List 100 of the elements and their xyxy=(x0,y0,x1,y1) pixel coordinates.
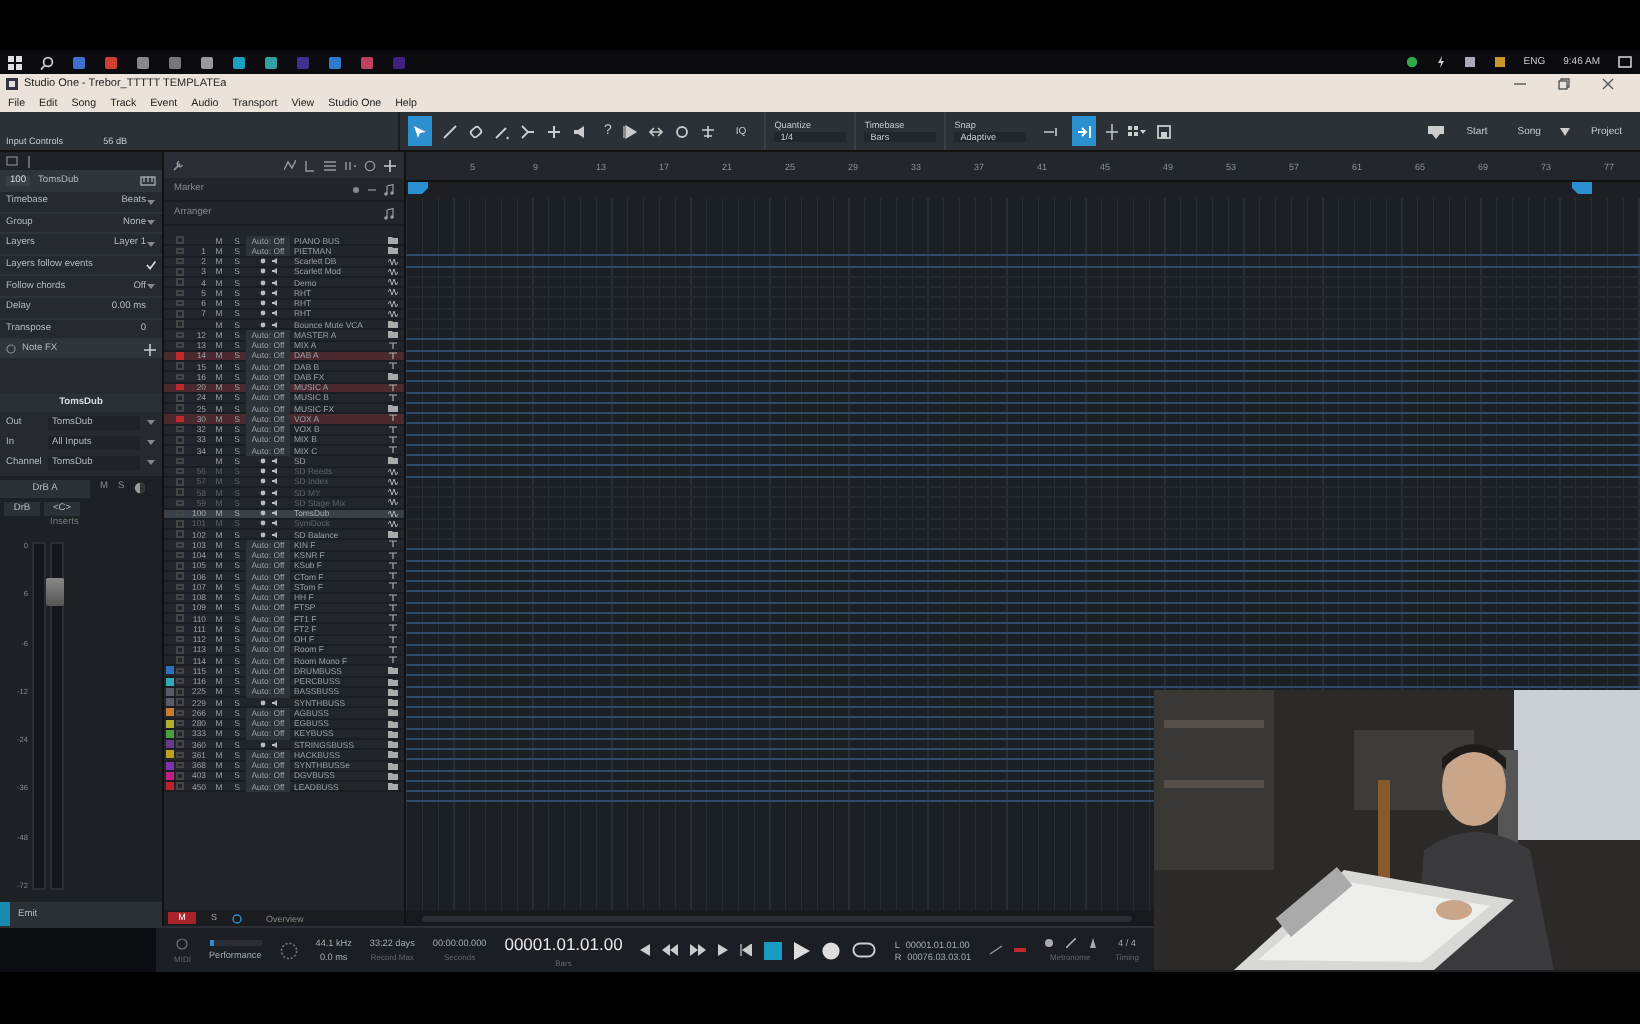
caret-icon[interactable] xyxy=(1560,127,1571,135)
eraser-tool-icon[interactable] xyxy=(468,123,484,139)
record-toggle[interactable] xyxy=(176,362,184,370)
record-dot-icon[interactable] xyxy=(259,321,265,328)
record-dot-icon[interactable] xyxy=(259,279,265,286)
app-icon[interactable] xyxy=(136,55,150,69)
toggle-icon[interactable] xyxy=(6,344,16,355)
add-track-icon[interactable] xyxy=(384,159,396,171)
record-dot-icon[interactable] xyxy=(259,741,265,748)
record-toggle[interactable] xyxy=(176,688,184,696)
add-icon[interactable] xyxy=(144,343,156,356)
power-icon[interactable] xyxy=(1435,56,1446,68)
record-toggle[interactable] xyxy=(176,541,184,549)
paint-tool-icon[interactable] xyxy=(494,123,510,139)
record-toggle[interactable] xyxy=(176,341,184,349)
folder-lines-icon[interactable] xyxy=(344,159,356,171)
record-dot-icon[interactable] xyxy=(259,699,265,706)
record-toggle[interactable] xyxy=(176,446,184,454)
record-toggle[interactable] xyxy=(176,698,184,706)
return-to-zero-icon[interactable] xyxy=(740,944,753,956)
caret-icon[interactable] xyxy=(146,282,156,291)
record-dot-icon[interactable] xyxy=(259,310,265,317)
notification-icon[interactable] xyxy=(1618,55,1632,69)
search-icon[interactable] xyxy=(40,55,54,69)
app-icon[interactable] xyxy=(104,55,118,69)
record-dot-icon[interactable] xyxy=(259,268,265,275)
music-note-icon[interactable] xyxy=(384,207,394,219)
app-icon[interactable] xyxy=(232,55,246,69)
add-marker-icon[interactable] xyxy=(352,185,360,193)
stop-icon[interactable] xyxy=(764,941,783,959)
caret-icon[interactable] xyxy=(146,218,156,227)
record-toggle[interactable] xyxy=(176,331,184,339)
record-toggle[interactable] xyxy=(176,247,184,255)
record-toggle[interactable] xyxy=(176,352,184,360)
caret-icon[interactable] xyxy=(146,438,156,447)
app-icon[interactable] xyxy=(328,55,342,69)
split-tool-icon[interactable] xyxy=(520,123,536,139)
record-toggle[interactable] xyxy=(176,562,184,570)
record-toggle[interactable] xyxy=(176,740,184,748)
record-toggle[interactable] xyxy=(176,394,184,402)
record-toggle[interactable] xyxy=(176,709,184,717)
record-toggle[interactable] xyxy=(176,383,184,391)
start-icon[interactable] xyxy=(8,55,22,69)
app-icon[interactable] xyxy=(168,55,182,69)
record-toggle[interactable] xyxy=(176,415,184,423)
metronome-volume-icon[interactable] xyxy=(1087,938,1098,948)
tray-icon[interactable] xyxy=(1463,56,1476,68)
rewind-icon[interactable] xyxy=(662,944,679,956)
record-toggle[interactable] xyxy=(176,677,184,685)
record-toggle[interactable] xyxy=(176,299,184,307)
tray-icon[interactable] xyxy=(1405,56,1418,68)
record-toggle[interactable] xyxy=(176,268,184,276)
record-toggle[interactable] xyxy=(176,457,184,465)
record-toggle[interactable] xyxy=(176,614,184,622)
grid-icon[interactable] xyxy=(1128,123,1147,139)
speaker-icon[interactable] xyxy=(271,699,277,706)
record-dot-icon[interactable] xyxy=(259,300,265,307)
arrow-tool-button[interactable] xyxy=(408,116,432,146)
zoom-icon[interactable] xyxy=(673,123,690,139)
monitor-icon[interactable] xyxy=(134,482,147,495)
app-icon[interactable] xyxy=(72,55,86,69)
record-toggle[interactable] xyxy=(176,320,184,328)
speaker-icon[interactable] xyxy=(271,741,277,748)
record-toggle[interactable] xyxy=(176,530,184,538)
record-toggle[interactable] xyxy=(176,635,184,643)
record-toggle[interactable] xyxy=(176,593,184,601)
midi-icon[interactable] xyxy=(176,937,189,949)
metronome-icon[interactable] xyxy=(1043,938,1054,948)
record-toggle[interactable] xyxy=(176,751,184,759)
keyboard-icon[interactable] xyxy=(140,176,156,186)
record-toggle[interactable] xyxy=(176,625,184,633)
loop-end-flag-icon[interactable] xyxy=(1572,182,1592,194)
cursor-line-icon[interactable] xyxy=(1106,123,1119,139)
save-icon[interactable] xyxy=(1156,123,1173,139)
snap-toggle-icon[interactable] xyxy=(1042,123,1063,139)
nudge-icon[interactable] xyxy=(647,123,664,139)
record-dot-icon[interactable] xyxy=(259,258,265,265)
record-toggle[interactable] xyxy=(176,772,184,780)
app-icon[interactable] xyxy=(264,55,278,69)
list-icon[interactable] xyxy=(324,159,336,171)
automation-icon[interactable] xyxy=(284,159,296,171)
folder-icon[interactable] xyxy=(388,530,398,539)
snap-to-cursor-button[interactable] xyxy=(1072,116,1097,146)
record-toggle[interactable] xyxy=(176,583,184,591)
record-toggle[interactable] xyxy=(176,667,184,675)
caret-icon[interactable] xyxy=(146,239,156,248)
checkbox[interactable] xyxy=(146,260,156,271)
play-cursor-icon[interactable] xyxy=(621,123,638,139)
record-toggle[interactable] xyxy=(176,782,184,790)
record-toggle[interactable] xyxy=(176,656,184,664)
rewind-end-icon[interactable] xyxy=(640,944,651,956)
remove-marker-icon[interactable] xyxy=(368,185,376,193)
record-dot-icon[interactable] xyxy=(259,457,265,464)
tray-icon[interactable] xyxy=(1493,56,1506,68)
record-toggle[interactable] xyxy=(176,719,184,727)
caret-icon[interactable] xyxy=(146,418,156,427)
record-toggle[interactable] xyxy=(176,373,184,381)
record-toggle[interactable] xyxy=(176,604,184,612)
record-toggle[interactable] xyxy=(176,436,184,444)
record-toggle[interactable] xyxy=(176,404,184,412)
